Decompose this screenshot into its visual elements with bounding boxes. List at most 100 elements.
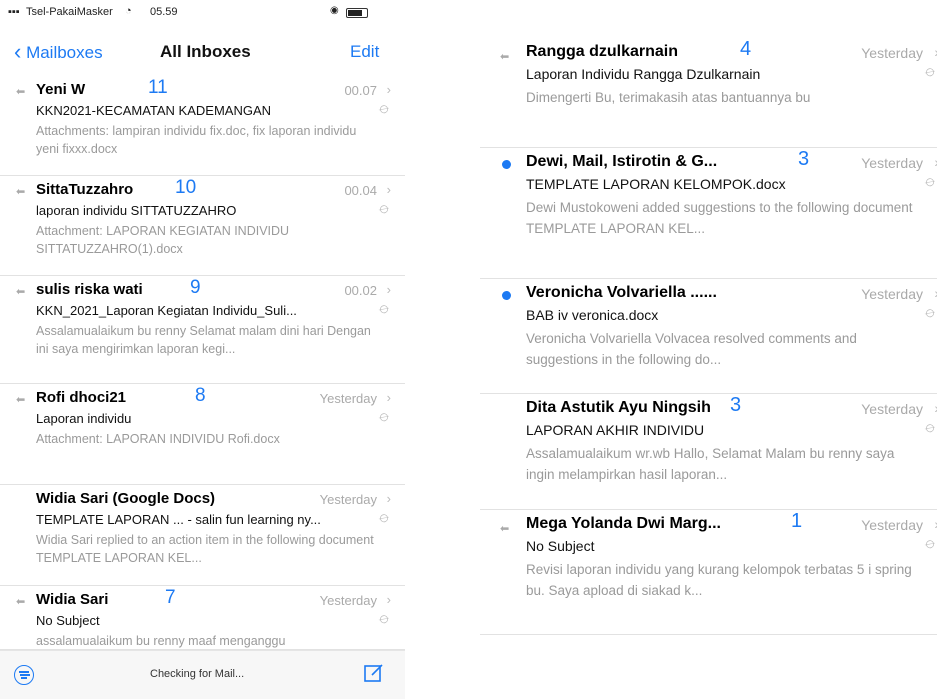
chevron-right-icon: ›	[386, 491, 391, 506]
mail-list-item[interactable]: ⬅ Rofi dhoci21 8 Yesterday › ∅ Laporan individ…	[0, 384, 405, 485]
reply-arrow-icon: ⬅	[16, 286, 26, 298]
mail-date: 00.04	[344, 183, 377, 198]
sender-name: Dewi, Mail, Istirotin & G...	[526, 153, 718, 170]
attachment-icon: ∅	[376, 511, 392, 527]
mail-subject: No Subject	[526, 538, 595, 554]
reply-arrow-icon: ⬅	[16, 394, 26, 406]
mail-preview: Attachment: LAPORAN INDIVIDU Rofi.docx	[36, 432, 280, 446]
mail-preview: Attachments: lampiran individu fix.doc, …	[36, 124, 357, 156]
bottom-toolbar: Checking for Mail...	[0, 650, 405, 699]
mail-list-item[interactable]: ⬅ SittaTuzzahro 10 00.04 › ∅ laporan individu …	[0, 176, 405, 276]
mail-date: Yesterday	[861, 286, 923, 302]
mail-preview: Widia Sari replied to an action item in …	[36, 533, 374, 565]
mail-date: Yesterday	[319, 391, 377, 406]
sender-name: Veronicha Volvariella ......	[526, 284, 717, 301]
attachment-icon: ∅	[922, 175, 937, 191]
mail-list-item[interactable]: ⬅Mega Yolanda Dwi Marg...1Yesterday›∅No …	[480, 510, 937, 635]
mail-list-item[interactable]: ⬅Rangga dzulkarnain4Yesterday›∅Laporan I…	[480, 38, 937, 148]
mail-preview: Assalamualaikum bu renny Selamat malam d…	[36, 324, 371, 356]
mail-list-item[interactable]: Dewi, Mail, Istirotin & G...3Yesterday›∅…	[480, 148, 937, 279]
annotation-number: 3	[798, 148, 810, 170]
annotation-number: 10	[175, 177, 197, 198]
reply-arrow-icon: ⬅	[500, 51, 510, 63]
chevron-right-icon: ›	[386, 592, 391, 607]
mail-date: Yesterday	[861, 401, 923, 417]
attachment-icon: ∅	[922, 421, 937, 437]
mail-subject: Laporan Individu Rangga Dzulkarnain	[526, 66, 761, 82]
annotation-number: 8	[195, 385, 206, 406]
signal-icon: ▪▪▪	[8, 6, 20, 18]
sender-name: sulis riska wati	[36, 281, 143, 298]
attachment-icon: ∅	[376, 612, 392, 628]
attachment-icon: ∅	[922, 537, 937, 553]
attachment-icon: ∅	[376, 102, 392, 118]
status-bar: ▪▪▪ Tsel-PakaiMasker ◔ 05.59 ◉	[0, 0, 405, 24]
mail-date: 00.02	[344, 283, 377, 298]
nav-bar: ‹ Mailboxes All Inboxes Edit	[0, 30, 405, 70]
annotation-number: 4	[740, 38, 752, 60]
sender-name: Yeni W	[36, 81, 86, 98]
mail-date: Yesterday	[861, 517, 923, 533]
attachment-icon: ∅	[922, 65, 937, 81]
attachment-icon: ∅	[922, 306, 937, 322]
unread-dot-icon	[502, 160, 511, 169]
sender-name: Rangga dzulkarnain	[526, 43, 679, 60]
alarm-icon: ◉	[330, 5, 339, 16]
mail-subject: KKN_2021_Laporan Kegiatan Individu_Suli.…	[36, 303, 297, 318]
mail-list-item[interactable]: Widia Sari (Google Docs) Yesterday › ∅ TEMPL…	[0, 485, 405, 586]
mail-subject: BAB iv veronica.docx	[526, 307, 659, 323]
annotation-number: 9	[190, 277, 201, 298]
back-label: Mailboxes	[26, 43, 103, 62]
mail-list-item[interactable]: Veronicha Volvariella ......Yesterday›∅B…	[480, 279, 937, 394]
carrier-name: Tsel-PakaiMasker	[26, 6, 113, 18]
edit-button[interactable]: Edit	[350, 42, 379, 62]
left-screenshot-panel: ▪▪▪ Tsel-PakaiMasker ◔ 05.59 ◉ ‹ Mailbox…	[0, 0, 405, 699]
filter-icon[interactable]	[14, 665, 34, 685]
unread-dot-icon	[502, 291, 511, 300]
mail-list-item[interactable]: ⬅ sulis riska wati 9 00.02 › ∅ KKN_2021_Lapora…	[0, 276, 405, 384]
mail-subject: LAPORAN AKHIR INDIVIDU	[526, 422, 705, 438]
mail-date: Yesterday	[319, 593, 377, 608]
sender-name: Rofi dhoci21	[36, 389, 127, 406]
compose-icon[interactable]	[364, 663, 384, 683]
sender-name: Widia Sari (Google Docs)	[36, 490, 216, 507]
annotation-number: 11	[148, 77, 168, 98]
back-button[interactable]: ‹ Mailboxes	[14, 38, 103, 64]
sender-name: SittaTuzzahro	[36, 181, 134, 198]
mail-list-item[interactable]: ⬅ Yeni W 11 00.07 › ∅ KKN2021-KECAMATAN KADEMA…	[0, 76, 405, 176]
chevron-right-icon: ›	[386, 282, 391, 297]
mail-date: Yesterday	[861, 45, 923, 61]
mail-preview: Assalamualaikum wr.wb Hallo, Selamat Mal…	[526, 446, 895, 482]
page-title: All Inboxes	[160, 42, 251, 61]
attachment-icon: ∅	[376, 410, 392, 426]
mail-subject: TEMPLATE LAPORAN KELOMPOK.docx	[526, 176, 786, 192]
chevron-left-icon: ‹	[14, 39, 22, 64]
battery-icon	[346, 8, 368, 18]
mail-subject: TEMPLATE LAPORAN ... - salin fun learnin…	[36, 512, 321, 527]
mail-preview: assalamualaikum bu renny maaf menganggu	[36, 634, 286, 648]
chevron-right-icon: ›	[386, 82, 391, 97]
reply-arrow-icon: ⬅	[500, 523, 510, 535]
mail-subject: No Subject	[36, 613, 100, 628]
status-time: 05.59	[150, 6, 178, 18]
reply-arrow-icon: ⬅	[16, 186, 26, 198]
mail-preview: Dimengerti Bu, terimakasih atas bantuann…	[526, 90, 811, 105]
mail-status-text: Checking for Mail...	[150, 668, 245, 680]
right-screenshot-panel: ⬅Rangga dzulkarnain4Yesterday›∅Laporan I…	[480, 0, 937, 699]
reply-arrow-icon: ⬅	[16, 86, 26, 98]
mail-subject: Laporan individu	[36, 411, 132, 426]
mail-list-item[interactable]: Dita Astutik Ayu Ningsih3Yesterday›∅LAPO…	[480, 394, 937, 510]
sender-name: Widia Sari	[36, 591, 109, 608]
mail-preview: Revisi laporan individu yang kurang kelo…	[526, 562, 912, 598]
attachment-icon: ∅	[376, 202, 392, 218]
mail-date: 00.07	[344, 83, 377, 98]
chevron-right-icon: ›	[386, 390, 391, 405]
mail-subject: KKN2021-KECAMATAN KADEMANGAN	[36, 103, 272, 118]
mail-preview: Dewi Mustokoweni added suggestions to th…	[526, 200, 913, 236]
mail-list-item[interactable]: ⬅ Widia Sari 7 Yesterday › ∅ No Subject assalam…	[0, 586, 405, 650]
annotation-number: 7	[165, 587, 176, 608]
mail-preview: Veronicha Volvariella Volvacea resolved …	[526, 331, 857, 367]
annotation-number: 3	[730, 394, 742, 416]
wifi-icon: ◔	[125, 5, 132, 17]
chevron-right-icon: ›	[386, 182, 391, 197]
